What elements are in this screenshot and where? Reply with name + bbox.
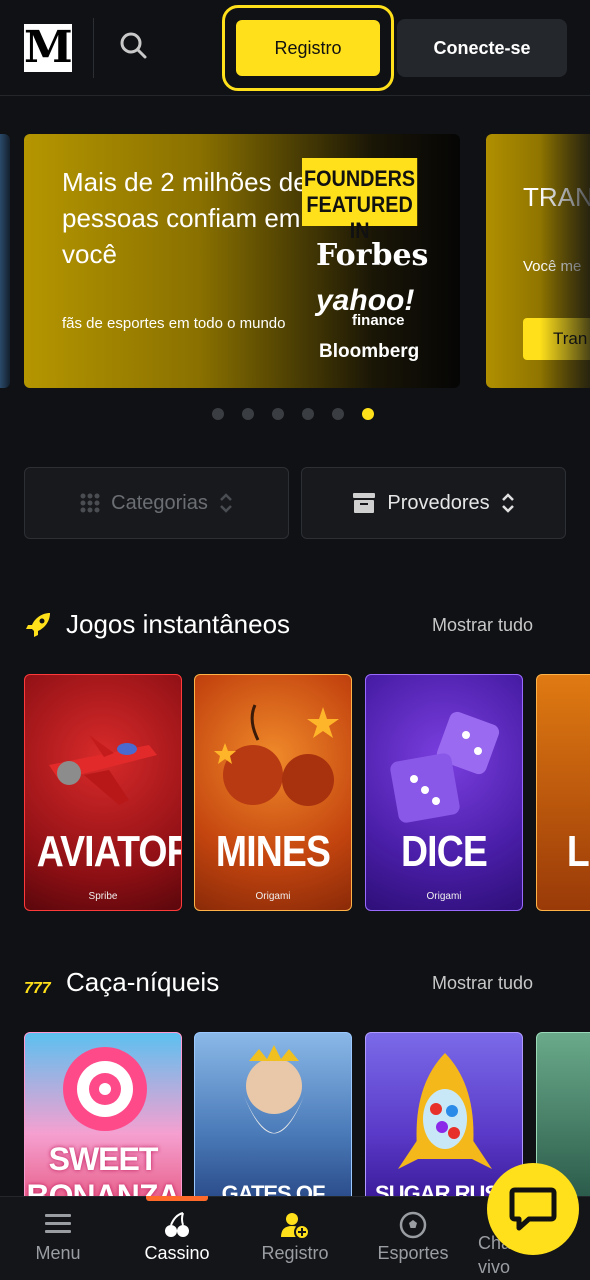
carousel-dot[interactable] xyxy=(302,408,314,420)
banner-title: Mais de 2 milhões de pessoas confiam em … xyxy=(62,167,308,269)
slots-777-icon: 777 xyxy=(24,971,52,999)
nav-menu[interactable]: Menu xyxy=(3,1197,113,1280)
rocket-icon xyxy=(24,611,52,639)
categories-label: Categorias xyxy=(111,491,208,514)
game-card-aviator[interactable]: AVIATOR Spribe xyxy=(24,674,182,911)
nav-register-label: Registro xyxy=(261,1243,329,1263)
carousel-dots xyxy=(212,408,374,420)
nav-sports-label: Esportes xyxy=(377,1243,449,1263)
carousel-dot[interactable] xyxy=(272,408,284,420)
game-name: SWEET BONANZA xyxy=(26,1141,181,1202)
rocket-candy-icon xyxy=(398,1053,492,1169)
nav-casino[interactable]: Cassino xyxy=(122,1197,232,1280)
box-icon xyxy=(353,493,376,513)
game-card-sweet-bonanza[interactable]: SWEET BONANZA xyxy=(24,1032,182,1202)
nav-menu-label: Menu xyxy=(35,1243,81,1263)
add-user-icon xyxy=(281,1213,309,1239)
search-icon[interactable] xyxy=(116,28,152,64)
active-tab-indicator xyxy=(146,1196,208,1201)
hamburger-icon xyxy=(45,1214,71,1233)
game-card-partial[interactable]: L xyxy=(536,674,590,911)
game-provider: Spribe xyxy=(88,891,118,902)
instant-games-show-all[interactable]: Mostrar tudo xyxy=(432,615,533,636)
slots-show-all[interactable]: Mostrar tudo xyxy=(432,973,533,994)
register-button[interactable]: Registro xyxy=(222,5,394,91)
providers-select[interactable]: Provedores xyxy=(301,467,566,539)
bomb-icon xyxy=(214,704,339,806)
register-button-label: Registro xyxy=(236,20,380,76)
grid-dots-icon xyxy=(80,493,100,513)
banner-fade xyxy=(540,134,590,388)
dice-icon xyxy=(390,711,500,823)
airplane-icon xyxy=(49,735,157,805)
soccer-ball-icon xyxy=(399,1211,427,1239)
game-name: AVIATOR xyxy=(36,827,182,876)
zeus-icon xyxy=(244,1045,304,1134)
login-button[interactable]: Conecte-se xyxy=(397,19,567,77)
slots-title: Caça-níqueis xyxy=(66,967,220,997)
banner-prev-slide[interactable] xyxy=(0,134,10,388)
chevron-updown-icon xyxy=(219,493,232,513)
top-header: M Registro Conecte-se xyxy=(0,0,590,96)
carousel-dot[interactable] xyxy=(332,408,344,420)
game-card-gates-of-olympus[interactable]: GATES OF xyxy=(194,1032,352,1202)
header-divider xyxy=(93,18,94,78)
game-name: DICE xyxy=(401,827,488,876)
providers-label: Provedores xyxy=(387,491,490,514)
instant-games-title: Jogos instantâneos xyxy=(66,609,291,639)
game-name: MINES xyxy=(215,827,331,876)
svg-text:777: 777 xyxy=(24,980,52,997)
live-chat-button[interactable] xyxy=(487,1163,579,1255)
nav-sports[interactable]: Esportes xyxy=(358,1197,468,1280)
game-name: L xyxy=(566,827,590,876)
chevron-updown-icon xyxy=(501,493,514,513)
carousel-dot-active[interactable] xyxy=(362,408,374,420)
categories-select[interactable]: Categorias xyxy=(24,467,289,539)
carousel-dot[interactable] xyxy=(242,408,254,420)
game-provider: Origami xyxy=(426,891,462,902)
bloomberg-logo: Bloomberg xyxy=(319,341,420,362)
game-provider: Origami xyxy=(255,891,291,902)
game-card-dice[interactable]: DICE Origami xyxy=(365,674,523,911)
game-card-mines[interactable]: MINES Origami xyxy=(194,674,352,911)
yahoo-finance-label: finance xyxy=(352,312,405,329)
cherry-icon xyxy=(165,1212,189,1237)
chat-bubble-icon xyxy=(509,1187,557,1231)
forbes-logo: Forbes xyxy=(316,238,429,273)
nav-register[interactable]: Registro xyxy=(240,1197,350,1280)
lollipop-icon xyxy=(63,1047,147,1131)
carousel-dot[interactable] xyxy=(212,408,224,420)
promo-banner[interactable]: Mais de 2 milhões de pessoas confiam em … xyxy=(24,134,460,388)
nav-casino-label: Cassino xyxy=(144,1243,210,1263)
banner-subtitle: fãs de esportes em todo o mundo xyxy=(62,315,286,332)
brand-logo[interactable]: M xyxy=(24,24,73,72)
founders-badge: FOUNDERS FEATURED IN xyxy=(302,158,418,243)
